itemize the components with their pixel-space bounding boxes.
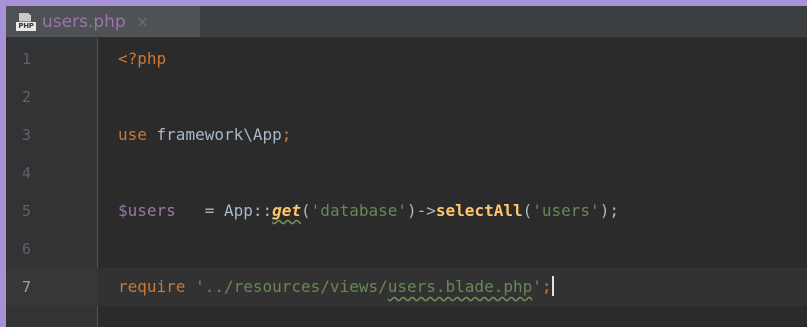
gutter-cell: 3 bbox=[6, 116, 97, 154]
code-token: ; bbox=[541, 277, 552, 296]
line-number: 7 bbox=[22, 278, 32, 296]
gutter-cell: 7 bbox=[6, 268, 97, 306]
code-token: '../resources/views/ bbox=[185, 277, 388, 296]
code-line[interactable]: 5 $users = App::get('database')->selectAl… bbox=[6, 192, 807, 230]
code-text[interactable]: use framework\App; bbox=[118, 116, 291, 154]
code-token: ); bbox=[599, 201, 619, 220]
code-text[interactable]: require '../resources/views/users.blade.… bbox=[118, 268, 554, 306]
code-line[interactable]: 3 use framework\App; bbox=[6, 116, 807, 154]
code-token: require bbox=[118, 277, 186, 296]
code-token: ' bbox=[532, 277, 542, 296]
code-line[interactable]: 4 bbox=[6, 154, 807, 192]
line-number: 5 bbox=[22, 202, 32, 220]
code-token: )-> bbox=[407, 201, 436, 220]
code-token: ; bbox=[281, 125, 292, 144]
code-editor[interactable]: 1 <?php 2 3 use framework\App; 4 5 $users = App… bbox=[6, 38, 807, 327]
gutter-cell: 2 bbox=[6, 78, 97, 116]
code-token: = App:: bbox=[175, 201, 273, 220]
tab-bar: PHP users.php × bbox=[6, 6, 807, 38]
code-token: users.blade.php bbox=[387, 277, 533, 296]
gutter-cell: 1 bbox=[6, 40, 97, 78]
line-number: 3 bbox=[22, 126, 32, 144]
code-line[interactable]: 2 bbox=[6, 78, 807, 116]
line-number: 1 bbox=[22, 50, 32, 68]
gutter-cell: 5 bbox=[6, 192, 97, 230]
line-number: 6 bbox=[22, 240, 32, 258]
code-token: 'database' bbox=[310, 201, 407, 220]
code-token: framework\App bbox=[146, 125, 282, 144]
line-number: 2 bbox=[22, 88, 32, 106]
close-icon[interactable]: × bbox=[136, 12, 149, 31]
code-token: use bbox=[118, 125, 147, 144]
code-token: 'users' bbox=[532, 201, 600, 220]
code-token: selectAll bbox=[435, 201, 523, 220]
code-line[interactable]: 7 require '../resources/views/users.blade… bbox=[6, 268, 807, 306]
editor-window: PHP users.php × 1 <?php 2 3 use framework\Ap… bbox=[6, 6, 807, 327]
text-caret bbox=[551, 276, 554, 296]
tab-title: users.php bbox=[42, 11, 126, 32]
code-token: $users bbox=[118, 201, 176, 220]
code-line[interactable]: 6 bbox=[6, 230, 807, 268]
gutter-cell: 6 bbox=[6, 230, 97, 268]
code-token: get bbox=[272, 201, 302, 220]
gutter-cell: 4 bbox=[6, 154, 97, 192]
code-line[interactable]: 1 <?php bbox=[6, 40, 807, 78]
code-token: <?php bbox=[118, 49, 167, 68]
code-token: ( bbox=[301, 201, 311, 220]
code-text[interactable]: <?php bbox=[118, 40, 166, 78]
line-number: 4 bbox=[22, 164, 32, 182]
php-file-icon: PHP bbox=[16, 12, 36, 31]
tab-users-php[interactable]: PHP users.php × bbox=[6, 6, 200, 37]
code-text[interactable]: $users = App::get('database')->selectAll… bbox=[118, 192, 619, 230]
code-token: ( bbox=[522, 201, 533, 220]
